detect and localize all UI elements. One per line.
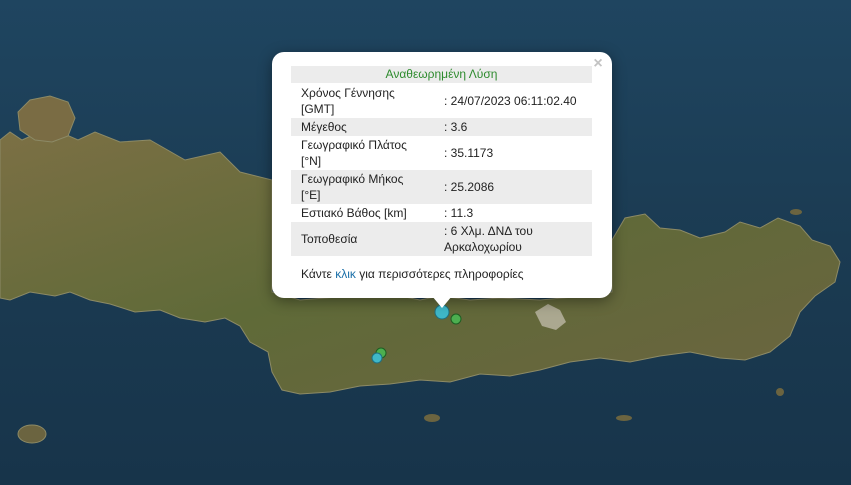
latitude-value: : 35.1173 (444, 146, 494, 160)
longitude-value: : 25.2086 (434, 170, 592, 204)
earthquake-marker[interactable] (371, 352, 383, 364)
islet-northeast (790, 209, 802, 215)
close-icon[interactable]: × (590, 55, 606, 73)
origin-time-value: : 24/07/2023 06:11:02.40 (444, 94, 577, 108)
longitude-label: Γεωγραφικό Μήκος [°E] (291, 170, 434, 204)
earthquake-marker[interactable] (450, 313, 462, 325)
popup-tip (432, 296, 452, 308)
origin-time-label: Χρόνος Γέννησης [GMT] (301, 86, 395, 116)
info-row-location: Τοποθεσία : 6 Χλμ. ΔΝΔ του Αρκαλοχωρίου (291, 222, 592, 256)
popup-title: Αναθεωρημένη Λύση (291, 66, 592, 83)
more-info-text: Κάντε κλικ για περισσότερες πληροφορίες (301, 267, 524, 281)
magnitude-value: : 3.6 (434, 118, 592, 136)
islet-gavdos (17, 424, 47, 444)
more-info-prefix: Κάντε (301, 267, 336, 281)
info-row-latitude: Γεωγραφικό Πλάτος [°N] : 35.1173 (291, 136, 592, 170)
depth-value: : 11.3 (444, 206, 474, 220)
islet-southeast (616, 415, 632, 421)
info-row-origin-time: Χρόνος Γέννησης [GMT] : 24/07/2023 06:11… (291, 84, 592, 118)
more-info-suffix: για περισσότερες πληροφορίες (355, 267, 524, 281)
location-label: Τοποθεσία (291, 222, 434, 256)
info-row-magnitude: Μέγεθος : 3.6 (291, 118, 592, 136)
info-row-depth: Εστιακό Βάθος [km] : 11.3 (291, 204, 592, 222)
more-info-link[interactable]: κλικ (335, 267, 356, 281)
info-row-longitude: Γεωγραφικό Μήκος [°E] : 25.2086 (291, 170, 592, 204)
location-value: : 6 Χλμ. ΔΝΔ του Αρκαλοχωρίου (434, 222, 592, 256)
islet-south (424, 414, 440, 422)
magnitude-label: Μέγεθος (291, 118, 434, 136)
earthquake-info-table: Χρόνος Γέννησης [GMT] : 24/07/2023 06:11… (291, 84, 592, 256)
latitude-label: Γεωγραφικό Πλάτος [°N] (301, 138, 407, 168)
earthquake-popup: × Αναθεωρημένη Λύση Χρόνος Γέννησης [GMT… (272, 52, 612, 298)
depth-label: Εστιακό Βάθος [km] (301, 206, 407, 220)
islet-east (776, 388, 784, 396)
